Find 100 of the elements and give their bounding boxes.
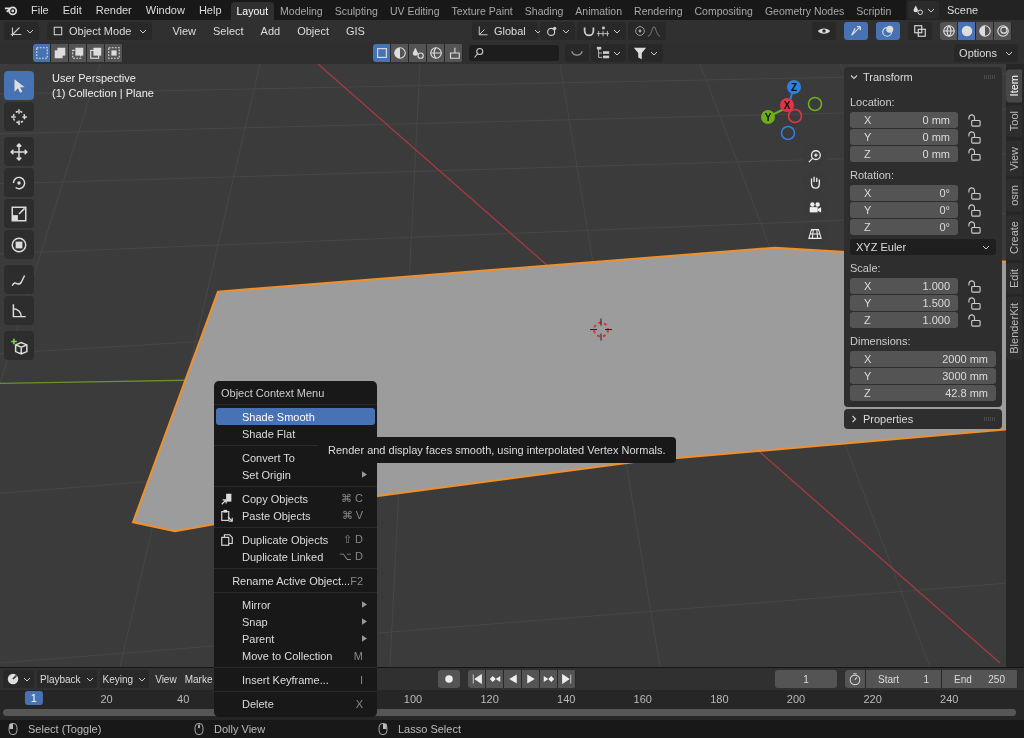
menu-item[interactable]: Duplicate Objects ⇧ D: [216, 531, 375, 548]
object-filter-button[interactable]: [409, 44, 426, 62]
tool-button[interactable]: [4, 137, 34, 166]
shading-mode-button[interactable]: [940, 22, 957, 40]
jump-start-button[interactable]: [468, 670, 486, 688]
menu-item[interactable]: Add: [252, 25, 290, 37]
number-field[interactable]: X 0°: [850, 185, 958, 201]
workspace-tab[interactable]: Compositing: [688, 2, 759, 20]
number-field[interactable]: X 0 mm: [850, 112, 958, 128]
start-frame-field[interactable]: Start 1: [866, 670, 941, 688]
selection-mode-button[interactable]: [105, 44, 122, 62]
editor-type-button[interactable]: [4, 22, 39, 40]
open-lock-icon[interactable]: [968, 147, 981, 161]
open-lock-icon[interactable]: [968, 186, 981, 200]
menu-item[interactable]: Move to Collection M: [216, 647, 375, 664]
menu-item[interactable]: Parent: [216, 630, 375, 647]
menu-item[interactable]: Paste Objects ⌘ V: [216, 507, 375, 524]
preview-range-button[interactable]: [845, 670, 865, 688]
hierarchy-dropdown[interactable]: [591, 44, 626, 62]
options-dropdown[interactable]: Options: [954, 44, 1018, 62]
selection-mode-button[interactable]: [51, 44, 68, 62]
menu-item[interactable]: Window: [138, 4, 192, 16]
open-lock-icon[interactable]: [968, 203, 981, 217]
tool-button[interactable]: [4, 168, 34, 197]
prev-keyframe-button[interactable]: [486, 670, 504, 688]
menu-item[interactable]: Insert Keyframe... I: [216, 671, 375, 688]
workspace-tab[interactable]: Modeling: [274, 2, 329, 20]
panel-title[interactable]: Properties: [863, 413, 914, 425]
workspace-tab[interactable]: Sculpting: [328, 2, 384, 20]
number-field[interactable]: Z 0 mm: [850, 146, 958, 162]
next-keyframe-button[interactable]: [540, 670, 558, 688]
panel-title[interactable]: Transform: [863, 71, 913, 83]
menu-item[interactable]: Copy Objects ⌘ C: [216, 490, 375, 507]
auto-keying-button[interactable]: [438, 670, 461, 688]
current-frame-field[interactable]: 1: [775, 670, 837, 688]
menu-item[interactable]: Rename Active Object...F2: [216, 572, 375, 589]
menu-item[interactable]: Object: [289, 25, 338, 37]
sidebar-tab[interactable]: osm: [1006, 179, 1022, 213]
play-reverse-button[interactable]: [504, 670, 522, 688]
workspace-tab[interactable]: Texture Paint: [445, 2, 519, 20]
open-lock-icon[interactable]: [968, 220, 981, 234]
menu-item[interactable]: File: [24, 4, 56, 16]
menu-dropdown[interactable]: Playback: [37, 670, 97, 688]
workspace-tab[interactable]: Scriptin: [850, 2, 898, 20]
chevron-icon[interactable]: [850, 73, 858, 81]
playhead[interactable]: 1: [24, 691, 43, 705]
sidebar-tab[interactable]: BlenderKit: [1006, 297, 1022, 360]
menu-item[interactable]: Snap: [216, 613, 375, 630]
workspace-tab[interactable]: UV Editing: [383, 2, 446, 20]
workspace-tab[interactable]: Shading: [518, 2, 570, 20]
number-field[interactable]: Y 0 mm: [850, 129, 958, 145]
chevron-icon[interactable]: [850, 415, 858, 423]
viewport-toggle-button[interactable]: [844, 22, 868, 40]
number-field[interactable]: X 2000 mm: [850, 351, 996, 367]
shading-mode-button[interactable]: [994, 22, 1011, 40]
tool-button[interactable]: [4, 71, 34, 100]
viewport-toggle-button[interactable]: [908, 22, 932, 40]
selection-mode-button[interactable]: [87, 44, 104, 62]
tool-button[interactable]: [4, 230, 34, 259]
sidebar-tab[interactable]: Tool: [1006, 105, 1022, 138]
number-field[interactable]: Z 42.8 mm: [850, 385, 996, 401]
number-field[interactable]: Z 1.000: [850, 312, 958, 328]
menu-item[interactable]: Shade Smooth: [216, 408, 375, 425]
menu-item[interactable]: Marke: [180, 673, 217, 685]
snap-button[interactable]: [576, 22, 626, 40]
object-filter-button[interactable]: [427, 44, 444, 62]
tool-button[interactable]: [4, 199, 34, 228]
scene-selector-button[interactable]: [908, 1, 939, 19]
object-filter-button[interactable]: [373, 44, 390, 62]
search-field[interactable]: [469, 45, 559, 61]
sidebar-tab[interactable]: Edit: [1006, 263, 1022, 295]
sidebar-tab[interactable]: Item: [1006, 69, 1022, 103]
proportional-edit-button[interactable]: [627, 22, 666, 40]
filter-dropdown[interactable]: [628, 44, 663, 62]
menu-item[interactable]: View: [151, 673, 181, 685]
workspace-tab[interactable]: Animation: [569, 2, 629, 20]
number-field[interactable]: X 1.000: [850, 278, 958, 294]
orientation-dropdown[interactable]: Global: [471, 22, 538, 40]
menu-item[interactable]: Select: [205, 25, 253, 37]
open-lock-icon[interactable]: [968, 130, 981, 144]
shading-mode-button[interactable]: [976, 22, 993, 40]
menu-item[interactable]: View: [164, 25, 206, 37]
shading-mode-button[interactable]: [958, 22, 975, 40]
open-lock-icon[interactable]: [968, 313, 981, 327]
mode-dropdown[interactable]: Object Mode: [47, 22, 153, 40]
jump-end-button[interactable]: [558, 670, 576, 688]
viewport-toggle-button[interactable]: [812, 22, 836, 40]
number-field[interactable]: Y 3000 mm: [850, 368, 996, 384]
end-frame-field[interactable]: End 250: [942, 670, 1017, 688]
viewport-toggle-button[interactable]: [876, 22, 900, 40]
navigation-gizmo[interactable]: Z Y X: [757, 72, 829, 144]
tool-button[interactable]: [4, 265, 34, 294]
workspace-tab[interactable]: Layout: [230, 2, 275, 20]
editor-type-button[interactable]: [3, 670, 34, 688]
object-filter-button[interactable]: [391, 44, 408, 62]
menu-item[interactable]: Help: [191, 4, 229, 16]
menu-item[interactable]: Delete X: [216, 695, 375, 712]
pivot-dropdown[interactable]: [539, 22, 575, 40]
number-field[interactable]: Z 0°: [850, 219, 958, 235]
number-field[interactable]: Y 0°: [850, 202, 958, 218]
